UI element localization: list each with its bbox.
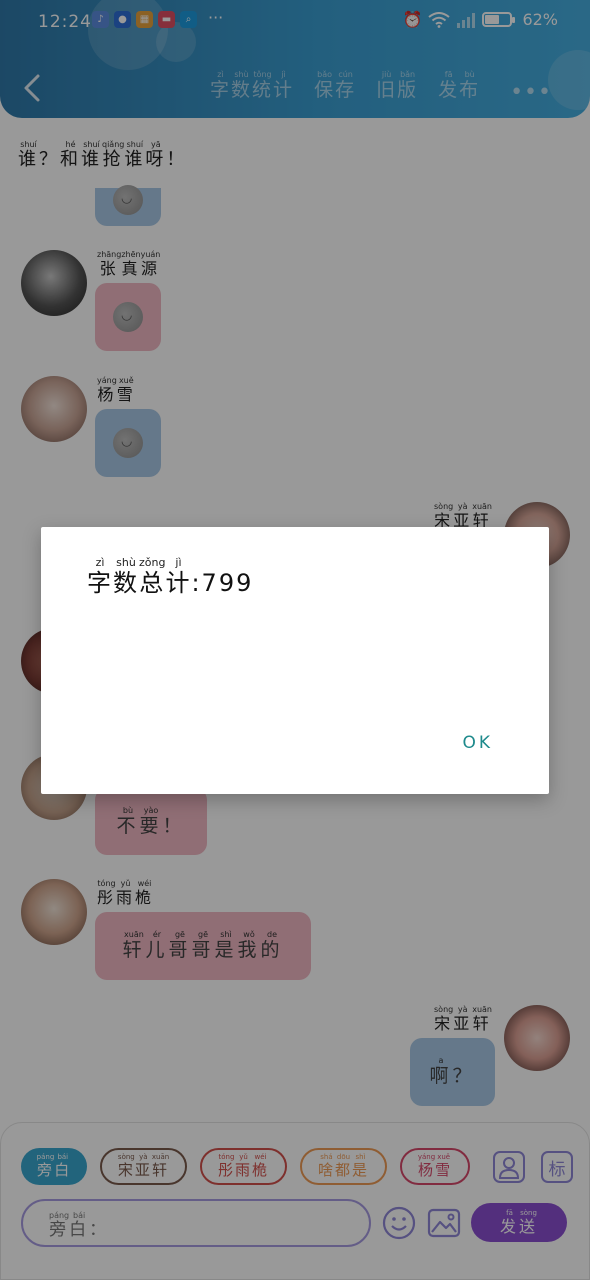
hanzi-char: 数shù xyxy=(113,556,139,597)
word-count-dialog: 字zì数shù总zǒng计jì:799 OK xyxy=(41,527,549,794)
hanzi-char: 字zì xyxy=(87,556,113,597)
hanzi-char: 计jì xyxy=(165,556,192,597)
pinyin: zì xyxy=(87,556,113,569)
hanzi-char: 总zǒng xyxy=(139,556,166,597)
ok-button[interactable]: OK xyxy=(462,733,493,753)
dialog-title: 字zì数shù总zǒng计jì xyxy=(87,556,192,597)
screen: 12:24 ♪ ● ▦ ▬ ⌕ ··· ⏰ 62% 字zì数shù统tǒng计j… xyxy=(0,0,590,1280)
pinyin: zǒng xyxy=(139,556,166,569)
word-count-value: :799 xyxy=(191,569,254,597)
dialog-message: 字zì数shù总zǒng计jì:799 xyxy=(87,556,254,598)
pinyin: shù xyxy=(113,556,139,569)
pinyin: jì xyxy=(165,556,192,569)
